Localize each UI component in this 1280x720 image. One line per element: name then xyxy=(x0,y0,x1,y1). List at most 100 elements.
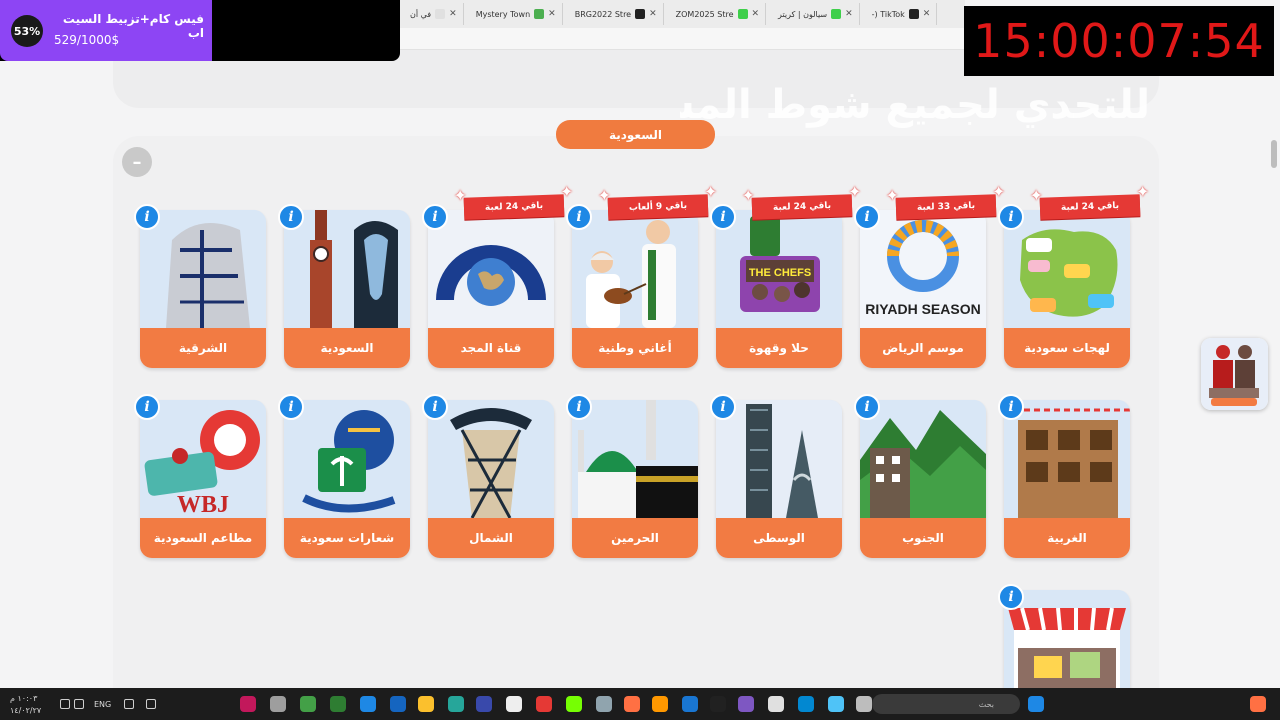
category-card[interactable]: لهجات سعودية i باقي 24 لعبة xyxy=(998,194,1141,368)
app-icon[interactable] xyxy=(390,696,406,712)
tab-favicon-icon xyxy=(635,9,646,19)
browser-tab[interactable]: في أن ✕ xyxy=(404,3,464,25)
explorer-icon[interactable] xyxy=(856,696,872,712)
tab-close-icon[interactable]: ✕ xyxy=(923,9,931,19)
info-icon[interactable]: i xyxy=(854,204,880,230)
category-label: مطاعم السعودية xyxy=(140,518,266,558)
taskbar-search-input[interactable]: بحث xyxy=(872,694,1020,714)
info-icon[interactable]: i xyxy=(422,204,448,230)
app-icon[interactable] xyxy=(710,696,726,712)
category-card[interactable]: الجنوب i xyxy=(854,394,986,558)
category-card[interactable]: WBJ مطاعم السعودية i xyxy=(134,394,266,558)
app-icon[interactable] xyxy=(828,696,844,712)
app-icon[interactable] xyxy=(448,696,464,712)
steam-icon[interactable] xyxy=(682,696,698,712)
category-card[interactable]: السعودية i xyxy=(278,204,410,368)
discord-icon[interactable] xyxy=(738,696,754,712)
category-card[interactable]: أغاني وطنية i باقي 9 ألعاب xyxy=(566,194,709,368)
tray-icon[interactable] xyxy=(124,699,134,709)
taskbar-clock-date[interactable]: ١٤/٠٢/٢٧ xyxy=(10,706,41,715)
collapse-button[interactable]: – xyxy=(122,147,152,177)
goal-count: 529/1000$ xyxy=(54,33,120,47)
volume-icon[interactable] xyxy=(74,699,84,709)
info-icon[interactable]: i xyxy=(278,394,304,420)
tray-chevron-icon[interactable] xyxy=(146,699,156,709)
category-card[interactable]: الشمال i xyxy=(422,394,554,558)
info-icon[interactable]: i xyxy=(134,394,160,420)
category-image xyxy=(1004,210,1130,328)
category-image xyxy=(1004,400,1130,518)
notification-icon[interactable] xyxy=(1250,696,1266,712)
category-card[interactable]: الوسطى i xyxy=(710,394,842,558)
tab-close-icon[interactable]: ✕ xyxy=(548,9,556,19)
app-icon[interactable] xyxy=(536,696,552,712)
edge-icon[interactable] xyxy=(798,696,814,712)
browser-tab[interactable]: ZOM2025 Stre ✕ xyxy=(670,3,767,25)
app-icon[interactable] xyxy=(506,696,522,712)
app-icon[interactable] xyxy=(300,696,316,712)
info-icon[interactable]: i xyxy=(566,204,592,230)
settings-icon[interactable] xyxy=(270,696,286,712)
app-icon[interactable] xyxy=(652,696,668,712)
windows-start-icon[interactable] xyxy=(1028,696,1044,712)
category-label: الجنوب xyxy=(860,518,986,558)
remaining-games-badge: باقي 24 لعبة xyxy=(751,194,853,220)
tab-close-icon[interactable]: ✕ xyxy=(449,9,457,19)
app-icon[interactable] xyxy=(566,696,582,712)
taskbar-clock-time[interactable]: ١٠:٠٣ م xyxy=(10,694,37,703)
tab-label: BRG2022 Stre xyxy=(574,9,632,19)
tab-favicon-icon xyxy=(908,9,919,19)
info-icon[interactable]: i xyxy=(566,394,592,420)
remaining-games-badge: باقي 9 ألعاب xyxy=(607,194,709,220)
app-icon[interactable] xyxy=(418,696,434,712)
category-card[interactable]: RIYADH SEASON موسم الرياض i باقي 33 لعبة xyxy=(854,194,997,368)
app-icon[interactable] xyxy=(360,696,376,712)
category-label: شعارات سعودية xyxy=(284,518,410,558)
recording-app-icon[interactable] xyxy=(240,696,256,712)
category-card[interactable]: الشرقية i xyxy=(134,204,266,368)
tab-favicon-icon xyxy=(435,9,446,19)
browser-tab[interactable]: سيالون | كريتر ✕ xyxy=(772,3,860,25)
category-label: حلا وقهوة xyxy=(716,328,842,368)
app-icon[interactable] xyxy=(596,696,612,712)
tab-label: -) TikTok xyxy=(871,9,905,19)
category-card[interactable]: THE CHEFS حلا وقهوة i باقي 24 لعبة xyxy=(710,194,853,368)
browser-tab[interactable]: BRG2022 Stre ✕ xyxy=(569,3,664,25)
category-card[interactable]: شعارات سعودية i xyxy=(278,394,410,558)
network-icon[interactable] xyxy=(60,699,70,709)
taskbar-language[interactable]: ENG xyxy=(94,700,111,709)
brave-icon[interactable] xyxy=(624,696,640,712)
category-card[interactable]: قناة المجد i باقي 24 لعبة xyxy=(422,194,565,368)
tab-close-icon[interactable]: ✕ xyxy=(649,9,657,19)
category-label: الوسطى xyxy=(716,518,842,558)
windows-taskbar xyxy=(0,688,1280,720)
info-icon[interactable]: i xyxy=(854,394,880,420)
category-image xyxy=(860,400,986,518)
category-card[interactable]: الغربية i xyxy=(998,394,1130,558)
info-icon[interactable]: i xyxy=(710,204,736,230)
side-thumbnail-image xyxy=(1201,338,1268,410)
app-icon[interactable] xyxy=(330,696,346,712)
info-icon[interactable]: i xyxy=(422,394,448,420)
page-scrollbar-thumb[interactable] xyxy=(1271,140,1277,168)
category-label: أغاني وطنية xyxy=(572,328,698,368)
tab-close-icon[interactable]: ✕ xyxy=(845,9,853,19)
tab-close-icon[interactable]: ✕ xyxy=(752,9,760,19)
browser-tab[interactable]: -) TikTok ✕ xyxy=(866,3,938,25)
category-card[interactable]: الحرمين i xyxy=(566,394,698,558)
app-icon[interactable] xyxy=(476,696,492,712)
browser-address-bar[interactable] xyxy=(400,28,965,50)
category-image xyxy=(428,400,554,518)
category-image: WBJ xyxy=(140,400,266,518)
tab-favicon-icon xyxy=(831,9,842,19)
info-icon[interactable]: i xyxy=(998,584,1024,610)
info-icon[interactable]: i xyxy=(710,394,736,420)
info-icon[interactable]: i xyxy=(278,204,304,230)
browser-tab[interactable]: Mystery Town ✕ xyxy=(470,3,563,25)
category-image: RIYADH SEASON xyxy=(860,210,986,328)
info-icon[interactable]: i xyxy=(134,204,160,230)
side-thumbnail[interactable] xyxy=(1201,338,1268,410)
info-icon[interactable]: i xyxy=(998,394,1024,420)
info-icon[interactable]: i xyxy=(998,204,1024,230)
store-icon[interactable] xyxy=(768,696,784,712)
